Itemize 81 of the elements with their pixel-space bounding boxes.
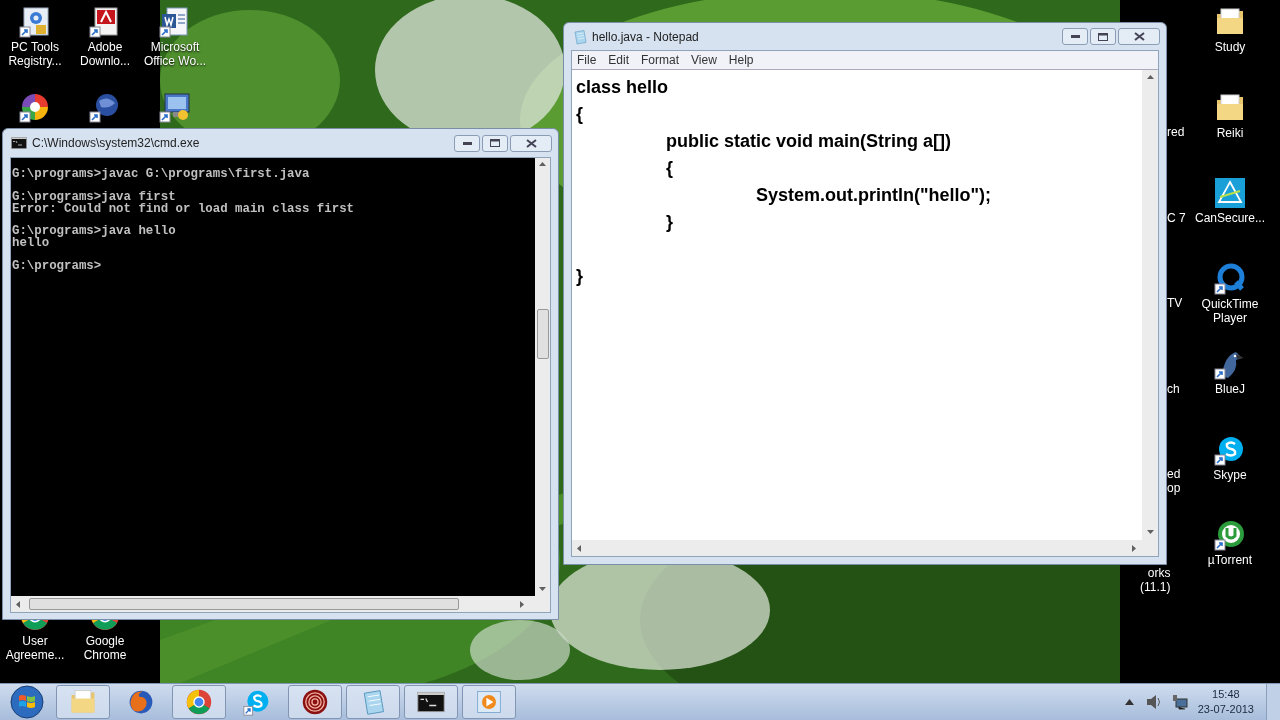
console-line: G:\programs>	[12, 260, 103, 272]
round-logo-icon	[185, 688, 213, 716]
pinwheel-icon	[19, 91, 51, 123]
vertical-scrollbar[interactable]	[535, 158, 550, 596]
icon-label: QuickTime Player	[1201, 296, 1259, 325]
ring-icon	[1214, 262, 1246, 295]
console-line: G:\programs>javac G:\programs\first.java	[12, 169, 311, 181]
icon-label: ch	[1167, 381, 1180, 396]
target-icon	[301, 688, 329, 716]
icon-label: Reiki	[1216, 125, 1244, 140]
icon-label: Study	[1214, 40, 1246, 54]
minimize-icon	[462, 141, 472, 145]
close-button[interactable]	[510, 134, 552, 152]
taskbar-button[interactable]	[404, 685, 458, 719]
play-icon	[475, 688, 503, 716]
scroll-right-icon[interactable]	[518, 599, 527, 609]
menu-item[interactable]: File	[577, 51, 597, 69]
scroll-up-icon[interactable]	[1145, 73, 1155, 82]
icon-label: red	[1167, 125, 1185, 139]
gear-icon	[19, 6, 51, 38]
console-line: hello	[12, 237, 50, 250]
scroll-left-icon[interactable]	[575, 543, 584, 553]
icon-label: TV	[1167, 296, 1183, 310]
globe-icon	[127, 688, 155, 716]
editor-text[interactable]: class hello { public static void main(String a[]) { System.out.println("hello"); } }	[572, 70, 1142, 540]
folder-icon	[69, 688, 97, 716]
close-button[interactable]	[1118, 28, 1160, 45]
document-icon	[89, 6, 121, 38]
icon-label: BlueJ	[1215, 382, 1245, 396]
icon-label: User Agreeme...	[5, 634, 65, 662]
maximize-icon	[490, 139, 500, 147]
scroll-down-icon[interactable]	[1145, 528, 1155, 537]
menu-item[interactable]: Edit	[608, 51, 630, 69]
round-badge-icon	[1214, 519, 1246, 551]
scroll-down-icon[interactable]	[538, 585, 547, 594]
scroll-right-icon[interactable]	[1130, 543, 1139, 553]
terminal-icon	[11, 135, 27, 151]
monitor-icon	[159, 91, 191, 123]
maximize-button[interactable]	[482, 134, 508, 152]
scroll-up-icon[interactable]	[538, 160, 547, 169]
chat-bubble-icon	[243, 688, 271, 716]
console-line: G:\programs>java hello	[12, 226, 177, 238]
network-icon[interactable]	[1171, 694, 1188, 710]
close-icon	[525, 138, 537, 148]
maximize-icon	[1098, 32, 1108, 41]
console-line: G:\programs>java first	[12, 192, 177, 204]
minimize-icon	[1070, 35, 1080, 38]
close-icon	[1133, 32, 1145, 41]
icon-label: PC Tools Registry...	[8, 40, 62, 68]
menu-item[interactable]: Format	[641, 51, 680, 69]
speaker-icon[interactable]	[1145, 694, 1162, 710]
icon-label: Skype	[1213, 467, 1247, 482]
taskbar-button[interactable]	[288, 685, 342, 719]
vertical-scrollbar[interactable]	[1142, 70, 1158, 540]
icon-label: C 7	[1167, 210, 1186, 225]
menu-item[interactable]: View	[691, 51, 717, 69]
icon-label: µTorrent	[1207, 553, 1253, 567]
icon-label: Adobe Downlo...	[80, 40, 130, 68]
icon-label: orks (11.1)	[1140, 566, 1171, 594]
console-line: Error: Could not find or load main class first	[12, 203, 356, 215]
windows-logo-icon	[10, 685, 44, 719]
horizontal-scrollbar[interactable]	[572, 540, 1142, 556]
window-title: hello.java - Notepad	[592, 28, 700, 46]
globe-icon	[89, 91, 121, 123]
clock-time[interactable]: 15:48	[1212, 687, 1240, 702]
icon-label: CanSecure...	[1194, 211, 1265, 225]
clock-date[interactable]: 23-07-2013	[1197, 702, 1254, 717]
minimize-button[interactable]	[1062, 28, 1088, 45]
horizontal-scrollbar[interactable]	[11, 596, 550, 612]
menu-item[interactable]: Help	[728, 51, 754, 69]
document-icon	[159, 6, 191, 38]
maximize-button[interactable]	[1090, 28, 1116, 45]
scroll-left-icon[interactable]	[14, 599, 23, 609]
icon-label: ed op	[1167, 467, 1181, 495]
scroll-thumb[interactable]	[536, 309, 549, 359]
icon-label: Google Chrome	[83, 634, 127, 662]
scroll-thumb[interactable]	[29, 598, 459, 610]
minimize-button[interactable]	[454, 134, 480, 152]
show-hidden-icons-button[interactable]	[1124, 699, 1134, 705]
notepad-icon	[572, 28, 588, 45]
window-title: C:\Windows\system32\cmd.exe	[32, 135, 201, 152]
